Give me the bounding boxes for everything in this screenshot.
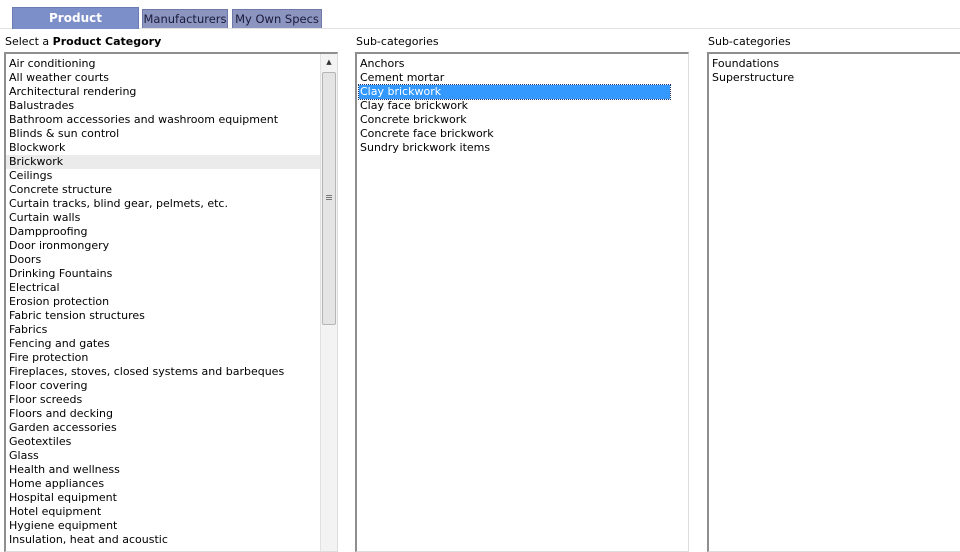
- label-prefix: Select a: [5, 35, 50, 48]
- list-item[interactable]: Hotel equipment: [6, 505, 320, 519]
- list-item[interactable]: All weather courts: [6, 71, 320, 85]
- list-item[interactable]: Clay brickwork: [358, 84, 671, 100]
- list-item[interactable]: Blinds & sun control: [6, 127, 320, 141]
- list-item[interactable]: Doors: [6, 253, 320, 267]
- list-item[interactable]: Concrete brickwork: [357, 113, 688, 127]
- list-item[interactable]: Curtain tracks, blind gear, pelmets, etc…: [6, 197, 320, 211]
- tab-my-own-specs[interactable]: My Own Specs: [232, 9, 322, 28]
- list-item[interactable]: Fabric tension structures: [6, 309, 320, 323]
- subcategory-list-1[interactable]: Anchors Cement mortar Clay brickwork Clay f…: [355, 52, 689, 552]
- list-item[interactable]: Hospital equipment: [6, 491, 320, 505]
- list-item[interactable]: Fencing and gates: [6, 337, 320, 351]
- list-item[interactable]: Sundry brickwork items: [357, 141, 688, 155]
- list-item[interactable]: Bathroom accessories and washroom equipm…: [6, 113, 320, 127]
- list-item[interactable]: Floor screeds: [6, 393, 320, 407]
- list-item[interactable]: Anchors: [357, 57, 688, 71]
- list-item[interactable]: Insulation, heat and acoustic: [6, 533, 320, 547]
- list-item[interactable]: Garden accessories: [6, 421, 320, 435]
- list-item[interactable]: Ceilings: [6, 169, 320, 183]
- list-item[interactable]: Geotextiles: [6, 435, 320, 449]
- list-item[interactable]: Floor covering: [6, 379, 320, 393]
- list-item[interactable]: Electrical: [6, 281, 320, 295]
- list-item[interactable]: Concrete face brickwork: [357, 127, 688, 141]
- subcategories-label-1: Sub-categories: [356, 35, 439, 48]
- list-item[interactable]: Concrete structure: [6, 183, 320, 197]
- list-item[interactable]: Drinking Fountains: [6, 267, 320, 281]
- list-item[interactable]: Fire protection: [6, 351, 320, 365]
- product-category-label: Select a Product Category: [5, 35, 161, 48]
- subcategory-items-1: Anchors Cement mortar Clay brickwork Clay f…: [357, 57, 688, 155]
- subcategory-items-2: Foundations Superstructure: [709, 57, 960, 85]
- list-item[interactable]: Foundations: [709, 57, 960, 71]
- list-item[interactable]: Fabrics: [6, 323, 320, 337]
- list-item[interactable]: Glass: [6, 449, 320, 463]
- product-category-list[interactable]: Air conditioning All weather courts Archit…: [4, 52, 338, 552]
- list-item[interactable]: Home appliances: [6, 477, 320, 491]
- subcategories-label-2: Sub-categories: [708, 35, 791, 48]
- list-item[interactable]: Door ironmongery: [6, 239, 320, 253]
- list-item[interactable]: Blockwork: [6, 141, 320, 155]
- list-item[interactable]: Superstructure: [709, 71, 960, 85]
- list-item[interactable]: Health and wellness: [6, 463, 320, 477]
- list-item[interactable]: Hygiene equipment: [6, 519, 320, 533]
- list-item[interactable]: Fireplaces, stoves, closed systems and b…: [6, 365, 320, 379]
- triangle-up-icon[interactable]: ▲: [321, 54, 337, 71]
- tab-manufacturers[interactable]: Manufacturers: [142, 9, 228, 28]
- list-item[interactable]: Erosion protection: [6, 295, 320, 309]
- list-item[interactable]: Balustrades: [6, 99, 320, 113]
- tab-product-categories[interactable]: Product Categories: [12, 7, 139, 46]
- vertical-scrollbar[interactable]: ▲: [320, 54, 337, 551]
- list-item[interactable]: Clay face brickwork: [357, 99, 688, 113]
- list-item[interactable]: Brickwork: [6, 155, 320, 169]
- list-item[interactable]: Curtain walls: [6, 211, 320, 225]
- list-item[interactable]: Dampproofing: [6, 225, 320, 239]
- list-item[interactable]: Architectural rendering: [6, 85, 320, 99]
- scroll-thumb[interactable]: [322, 72, 336, 325]
- scroll-grip-icon: [326, 195, 332, 201]
- list-item[interactable]: Cement mortar: [357, 71, 688, 85]
- list-item[interactable]: Floors and decking: [6, 407, 320, 421]
- label-bold: Product Category: [52, 35, 162, 48]
- subcategory-list-2[interactable]: Foundations Superstructure: [707, 52, 960, 552]
- list-item[interactable]: Air conditioning: [6, 57, 320, 71]
- tab-bar: Product Categories Manufacturers My Own …: [0, 0, 960, 46]
- product-category-items: Air conditioning All weather courts Archit…: [6, 57, 320, 547]
